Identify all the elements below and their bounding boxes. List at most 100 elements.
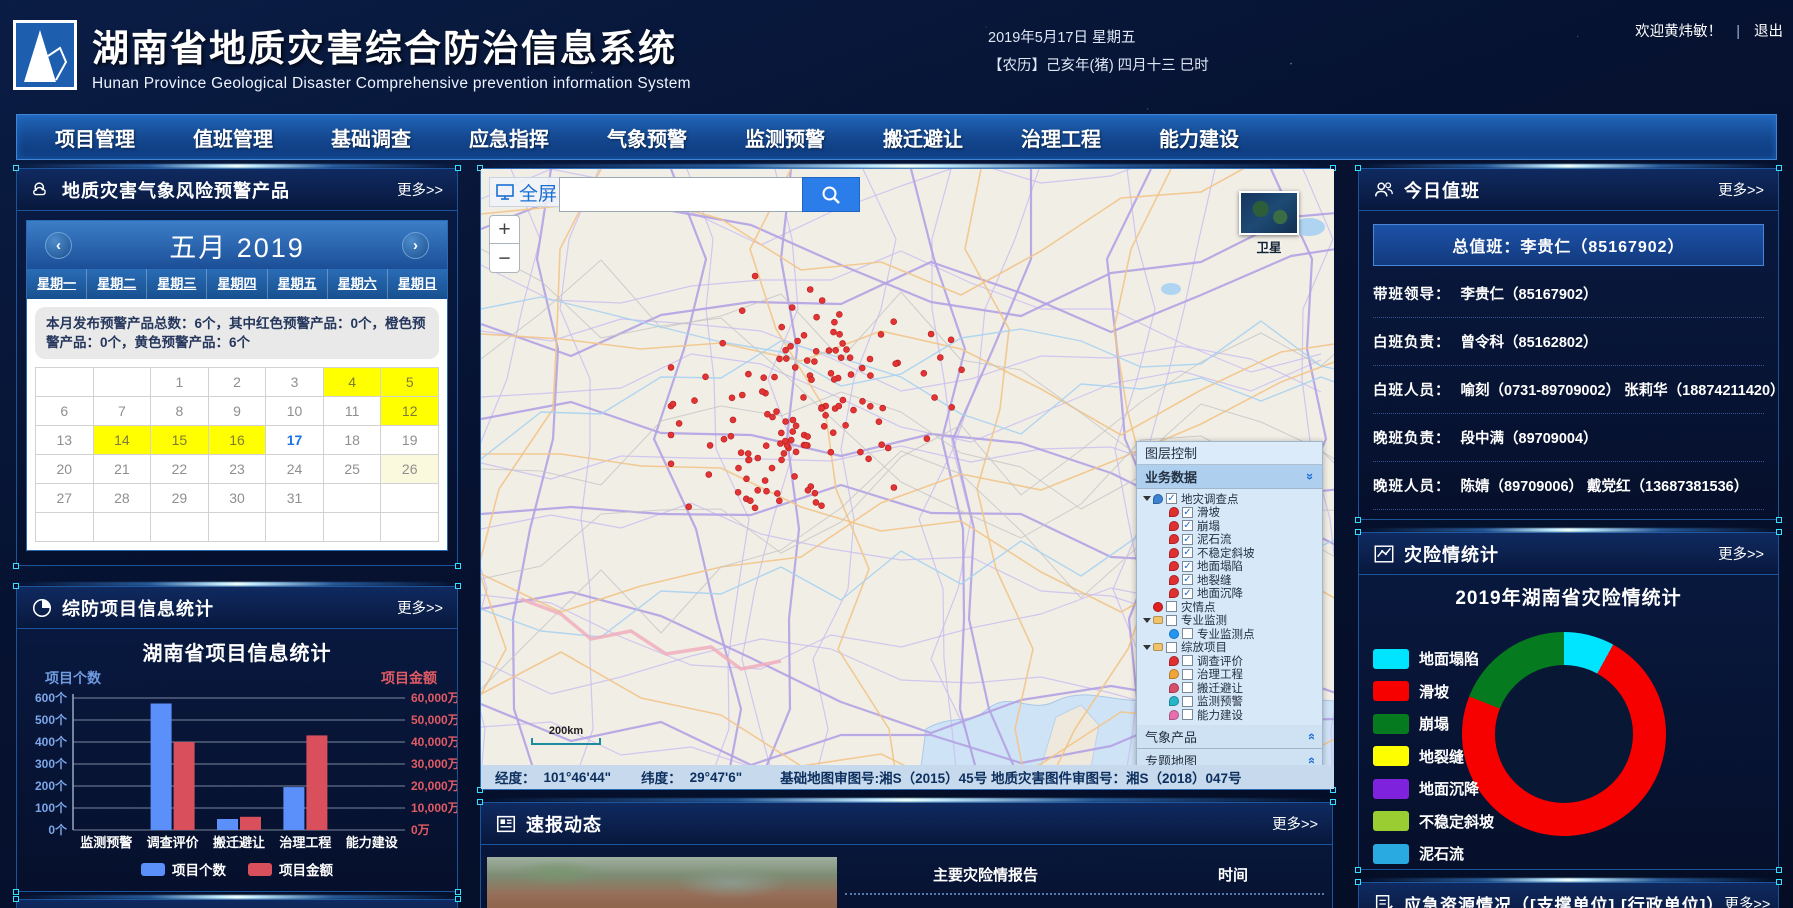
legend-item[interactable]: 不稳定斜坡: [1373, 811, 1494, 832]
disaster-point[interactable]: [811, 359, 817, 365]
disaster-point[interactable]: [745, 371, 751, 377]
layer-checkbox[interactable]: [1182, 628, 1193, 639]
layer-checkbox[interactable]: ✓: [1182, 561, 1193, 572]
disaster-point[interactable]: [826, 348, 832, 354]
disaster-point[interactable]: [707, 442, 713, 448]
more-link[interactable]: 更多>>: [397, 597, 443, 618]
more-link[interactable]: 更多>>: [397, 179, 443, 200]
disaster-point[interactable]: [755, 455, 761, 461]
calendar-day-cell[interactable]: 11: [324, 397, 382, 426]
disaster-point[interactable]: [819, 503, 825, 509]
disaster-point[interactable]: [792, 473, 798, 479]
disaster-point[interactable]: [879, 442, 885, 448]
legend-item[interactable]: 项目金额: [248, 859, 333, 879]
disaster-point[interactable]: [778, 430, 784, 436]
disaster-point[interactable]: [801, 394, 807, 400]
disaster-point[interactable]: [819, 298, 825, 304]
disaster-point[interactable]: [721, 436, 727, 442]
disaster-point[interactable]: [735, 489, 741, 495]
calendar-day-cell[interactable]: [94, 513, 152, 542]
disaster-point[interactable]: [857, 449, 863, 455]
map-search-input[interactable]: [559, 177, 802, 212]
disaster-point[interactable]: [880, 405, 886, 411]
layer-checkbox[interactable]: ✓: [1182, 588, 1193, 599]
legend-item[interactable]: 地面塌陷: [1373, 648, 1494, 669]
disaster-point[interactable]: [783, 347, 789, 353]
disaster-point[interactable]: [867, 373, 873, 379]
disaster-point[interactable]: [813, 499, 819, 505]
disaster-point[interactable]: [686, 504, 692, 510]
disaster-point[interactable]: [878, 331, 884, 337]
calendar-day-cell[interactable]: 4: [324, 368, 382, 397]
calendar-day-cell[interactable]: 10: [266, 397, 324, 426]
calendar-day-cell[interactable]: 23: [209, 455, 267, 484]
zoom-out-button[interactable]: −: [489, 244, 520, 273]
disaster-point[interactable]: [866, 456, 872, 462]
calendar-day-cell[interactable]: 16: [209, 426, 267, 455]
calendar-day-cell[interactable]: [209, 513, 267, 542]
disaster-point[interactable]: [746, 457, 752, 463]
calendar-day-cell[interactable]: [94, 368, 152, 397]
layer-tree-item[interactable]: ✓滑坡: [1141, 506, 1322, 520]
layer-checkbox[interactable]: ✓: [1182, 534, 1193, 545]
disaster-point[interactable]: [720, 340, 726, 346]
disaster-point[interactable]: [804, 358, 810, 364]
calendar-day-cell[interactable]: [381, 484, 439, 513]
disaster-point[interactable]: [836, 311, 842, 317]
collapse-icon[interactable]: »: [1303, 473, 1318, 480]
bar-项目个数[interactable]: [283, 787, 304, 830]
disaster-point[interactable]: [848, 372, 854, 378]
disaster-point[interactable]: [831, 319, 837, 325]
tree-expand-icon[interactable]: [1143, 645, 1151, 650]
logout-link[interactable]: 退出: [1754, 24, 1783, 40]
calendar-day-cell[interactable]: 13: [36, 426, 94, 455]
layer-checkbox[interactable]: [1182, 709, 1193, 720]
disaster-point[interactable]: [793, 449, 799, 455]
nav-item[interactable]: 监测预警: [745, 123, 825, 152]
calendar-day-cell[interactable]: [381, 513, 439, 542]
disaster-point[interactable]: [812, 490, 818, 496]
disaster-point[interactable]: [668, 432, 674, 438]
disaster-point[interactable]: [759, 389, 765, 395]
disaster-point[interactable]: [805, 434, 811, 440]
disaster-point[interactable]: [867, 356, 873, 362]
calendar-day-cell[interactable]: 25: [324, 455, 382, 484]
calendar-day-cell[interactable]: [36, 513, 94, 542]
disaster-point[interactable]: [833, 347, 839, 353]
disaster-point[interactable]: [676, 420, 682, 426]
calendar-day-cell[interactable]: 2: [209, 368, 267, 397]
disaster-point[interactable]: [739, 308, 745, 314]
disaster-point[interactable]: [847, 355, 853, 361]
layer-tree-item[interactable]: ✓地灾调查点: [1141, 492, 1322, 506]
disaster-point[interactable]: [937, 355, 943, 361]
disaster-point[interactable]: [782, 438, 788, 444]
layer-tree-item[interactable]: 能力建设: [1141, 708, 1322, 722]
legend-item[interactable]: 项目个数: [141, 859, 226, 879]
calendar-day-cell[interactable]: [36, 368, 94, 397]
disaster-point[interactable]: [949, 404, 955, 410]
disaster-point[interactable]: [706, 472, 712, 478]
disaster-point[interactable]: [885, 445, 891, 451]
fullscreen-button[interactable]: 全屏: [489, 177, 566, 207]
disaster-point[interactable]: [795, 338, 801, 344]
more-link[interactable]: 更多>>: [1718, 179, 1764, 200]
nav-item[interactable]: 搬迁避让: [883, 123, 963, 152]
basemap-switcher[interactable]: 卫星: [1239, 191, 1299, 256]
disaster-point[interactable]: [859, 365, 865, 371]
disaster-point[interactable]: [828, 449, 834, 455]
calendar-day-cell[interactable]: 24: [266, 455, 324, 484]
nav-item[interactable]: 应急指挥: [469, 123, 549, 152]
calendar-day-cell[interactable]: 15: [151, 426, 209, 455]
more-link[interactable]: 更多>>: [1272, 813, 1318, 834]
layer-tree-item[interactable]: 专业监测点: [1141, 627, 1322, 641]
disaster-point[interactable]: [932, 395, 938, 401]
disaster-point[interactable]: [752, 273, 758, 279]
disaster-point[interactable]: [823, 412, 829, 418]
disaster-point[interactable]: [891, 485, 897, 491]
bar-项目金额[interactable]: [174, 742, 195, 830]
calendar-day-cell[interactable]: 6: [36, 397, 94, 426]
disaster-point[interactable]: [876, 419, 882, 425]
calendar-day-cell[interactable]: 3: [266, 368, 324, 397]
calendar-day-cell[interactable]: 20: [36, 455, 94, 484]
disaster-point[interactable]: [831, 376, 837, 382]
